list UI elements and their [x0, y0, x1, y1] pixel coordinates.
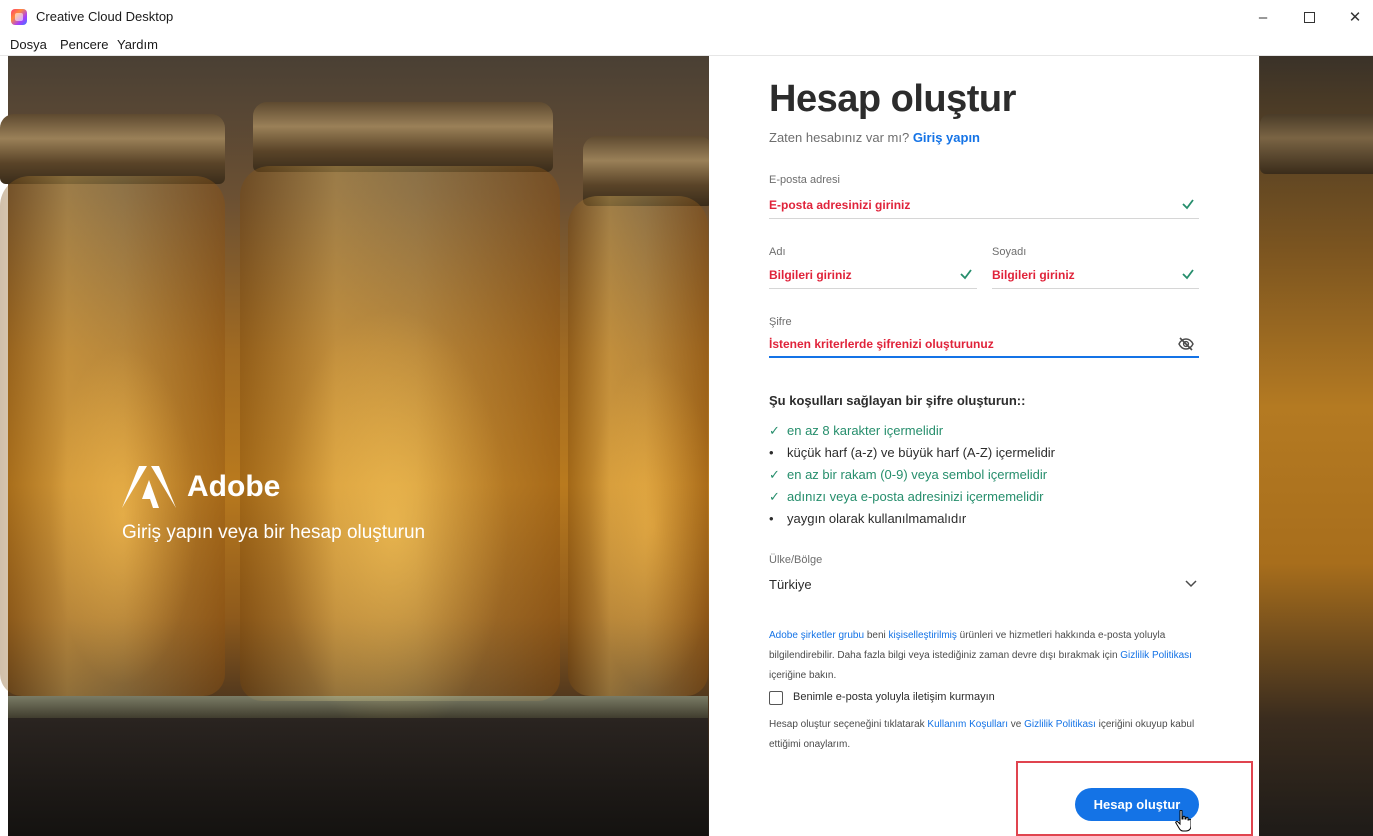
rule-text: adınızı veya e-posta adresinizi içermeme… — [787, 489, 1044, 504]
check-icon: ✓ — [769, 423, 780, 438]
password-rules-title: Şu koşulları sağlayan bir şifre oluşturu… — [769, 393, 1026, 408]
bullet-icon: • — [769, 445, 774, 460]
terms-of-use-link[interactable]: Kullanım Koşulları — [927, 719, 1008, 730]
signin-prompt: Zaten hesabınız var mı? Giriş yapın — [769, 130, 980, 145]
check-icon: ✓ — [769, 467, 780, 482]
close-button[interactable]: ✕ — [1332, 4, 1373, 30]
check-icon: ✓ — [769, 489, 780, 504]
password-rule: • yaygın olarak kullanılmamalıdır — [769, 511, 966, 526]
country-value: Türkiye — [769, 577, 812, 592]
check-icon — [1182, 269, 1194, 280]
creative-cloud-icon — [11, 9, 27, 25]
email-label: E-posta adresi — [769, 174, 840, 186]
email-value: E-posta adresinizi giriniz — [769, 198, 911, 212]
password-value: İstenen kriterlerde şifrenizi oluşturunu… — [769, 337, 994, 351]
jar-lid — [253, 102, 553, 172]
last-name-label: Soyadı — [992, 246, 1027, 258]
bullet-icon: • — [769, 511, 774, 526]
country-select[interactable]: Türkiye — [769, 572, 1199, 598]
personalized-link[interactable]: kişiselleştirilmiş — [889, 630, 957, 641]
signin-link[interactable]: Giriş yapın — [913, 130, 980, 145]
shelf — [8, 696, 708, 718]
country-label: Ülke/Bölge — [769, 554, 823, 566]
check-icon — [1182, 199, 1194, 210]
password-rule: ✓ en az bir rakam (0-9) veya sembol içerm… — [769, 467, 1047, 483]
jar — [240, 166, 560, 701]
adobe-companies-link[interactable]: Adobe şirketler grubu — [769, 630, 864, 641]
hand-cursor-icon — [1175, 810, 1191, 832]
menu-dosya[interactable]: Dosya — [10, 37, 47, 52]
signin-prompt-text: Zaten hesabınız var mı? — [769, 130, 910, 145]
marketing-notice: Adobe şirketler grubu beni kişiselleştir… — [769, 626, 1199, 686]
password-rule: ✓ en az 8 karakter içermelidir — [769, 423, 943, 439]
rule-text: en az 8 karakter içermelidir — [787, 423, 944, 438]
password-rule: ✓ adınızı veya e-posta adresinizi içermem… — [769, 489, 1044, 505]
maximize-button[interactable] — [1286, 4, 1332, 30]
privacy-policy-link[interactable]: Gizlilik Politikası — [1024, 719, 1096, 730]
first-name-field[interactable]: Bilgileri giriniz — [769, 263, 977, 289]
shelf-shadow — [8, 718, 708, 836]
title-bar: Creative Cloud Desktop – ✕ — [0, 0, 1373, 34]
optout-label: Benimle e-posta yoluyla iletişim kurmayı… — [793, 691, 995, 703]
password-rule: • küçük harf (a-z) ve büyük harf (A-Z) iç… — [769, 445, 1055, 460]
rule-text: en az bir rakam (0-9) veya sembol içerme… — [787, 467, 1048, 482]
page-title: Hesap oluştur — [769, 78, 1016, 120]
maximize-icon — [1303, 11, 1315, 23]
menu-yardim[interactable]: Yardım — [117, 37, 158, 52]
terms-text: ve — [1008, 719, 1025, 730]
chevron-down-icon — [1185, 580, 1197, 588]
jar — [0, 176, 225, 696]
eye-slash-icon[interactable] — [1177, 335, 1195, 353]
last-name-value: Bilgileri giriniz — [992, 268, 1075, 282]
brand-name: Adobe — [187, 470, 281, 503]
rule-text: küçük harf (a-z) ve büyük harf (A-Z) içe… — [787, 445, 1056, 460]
signup-panel: Hesap oluştur Zaten hesabınız var mı? Gi… — [709, 56, 1259, 836]
last-name-field[interactable]: Bilgileri giriniz — [992, 263, 1199, 289]
jar-lid — [0, 114, 225, 184]
terms-notice: Hesap oluştur seçeneğini tıklatarak Kull… — [769, 715, 1199, 755]
privacy-policy-link[interactable]: Gizlilik Politikası — [1120, 650, 1192, 661]
optout-checkbox[interactable] — [769, 691, 783, 705]
first-name-value: Bilgileri giriniz — [769, 268, 852, 282]
window-title: Creative Cloud Desktop — [36, 9, 174, 24]
first-name-label: Adı — [769, 246, 786, 258]
password-label: Şifre — [769, 316, 792, 328]
password-field[interactable]: İstenen kriterlerde şifrenizi oluşturunu… — [769, 332, 1199, 358]
email-field[interactable]: E-posta adresinizi giriniz — [769, 193, 1199, 219]
menu-pencere[interactable]: Pencere — [60, 37, 108, 52]
menu-bar: Dosya Pencere Yardım — [0, 34, 1373, 56]
brand-tagline: Giriş yapın veya bir hesap oluşturun — [122, 522, 426, 543]
notice-text: beni — [864, 630, 889, 641]
jar-lid — [1260, 114, 1373, 174]
minimize-button[interactable]: – — [1240, 4, 1286, 30]
check-icon — [960, 269, 972, 280]
rule-text: yaygın olarak kullanılmamalıdır — [787, 511, 967, 526]
notice-text: içeriğine bakın. — [769, 670, 837, 681]
terms-text: Hesap oluştur seçeneğini tıklatarak — [769, 719, 928, 730]
adobe-logo-icon — [122, 466, 176, 508]
jar — [568, 196, 708, 696]
